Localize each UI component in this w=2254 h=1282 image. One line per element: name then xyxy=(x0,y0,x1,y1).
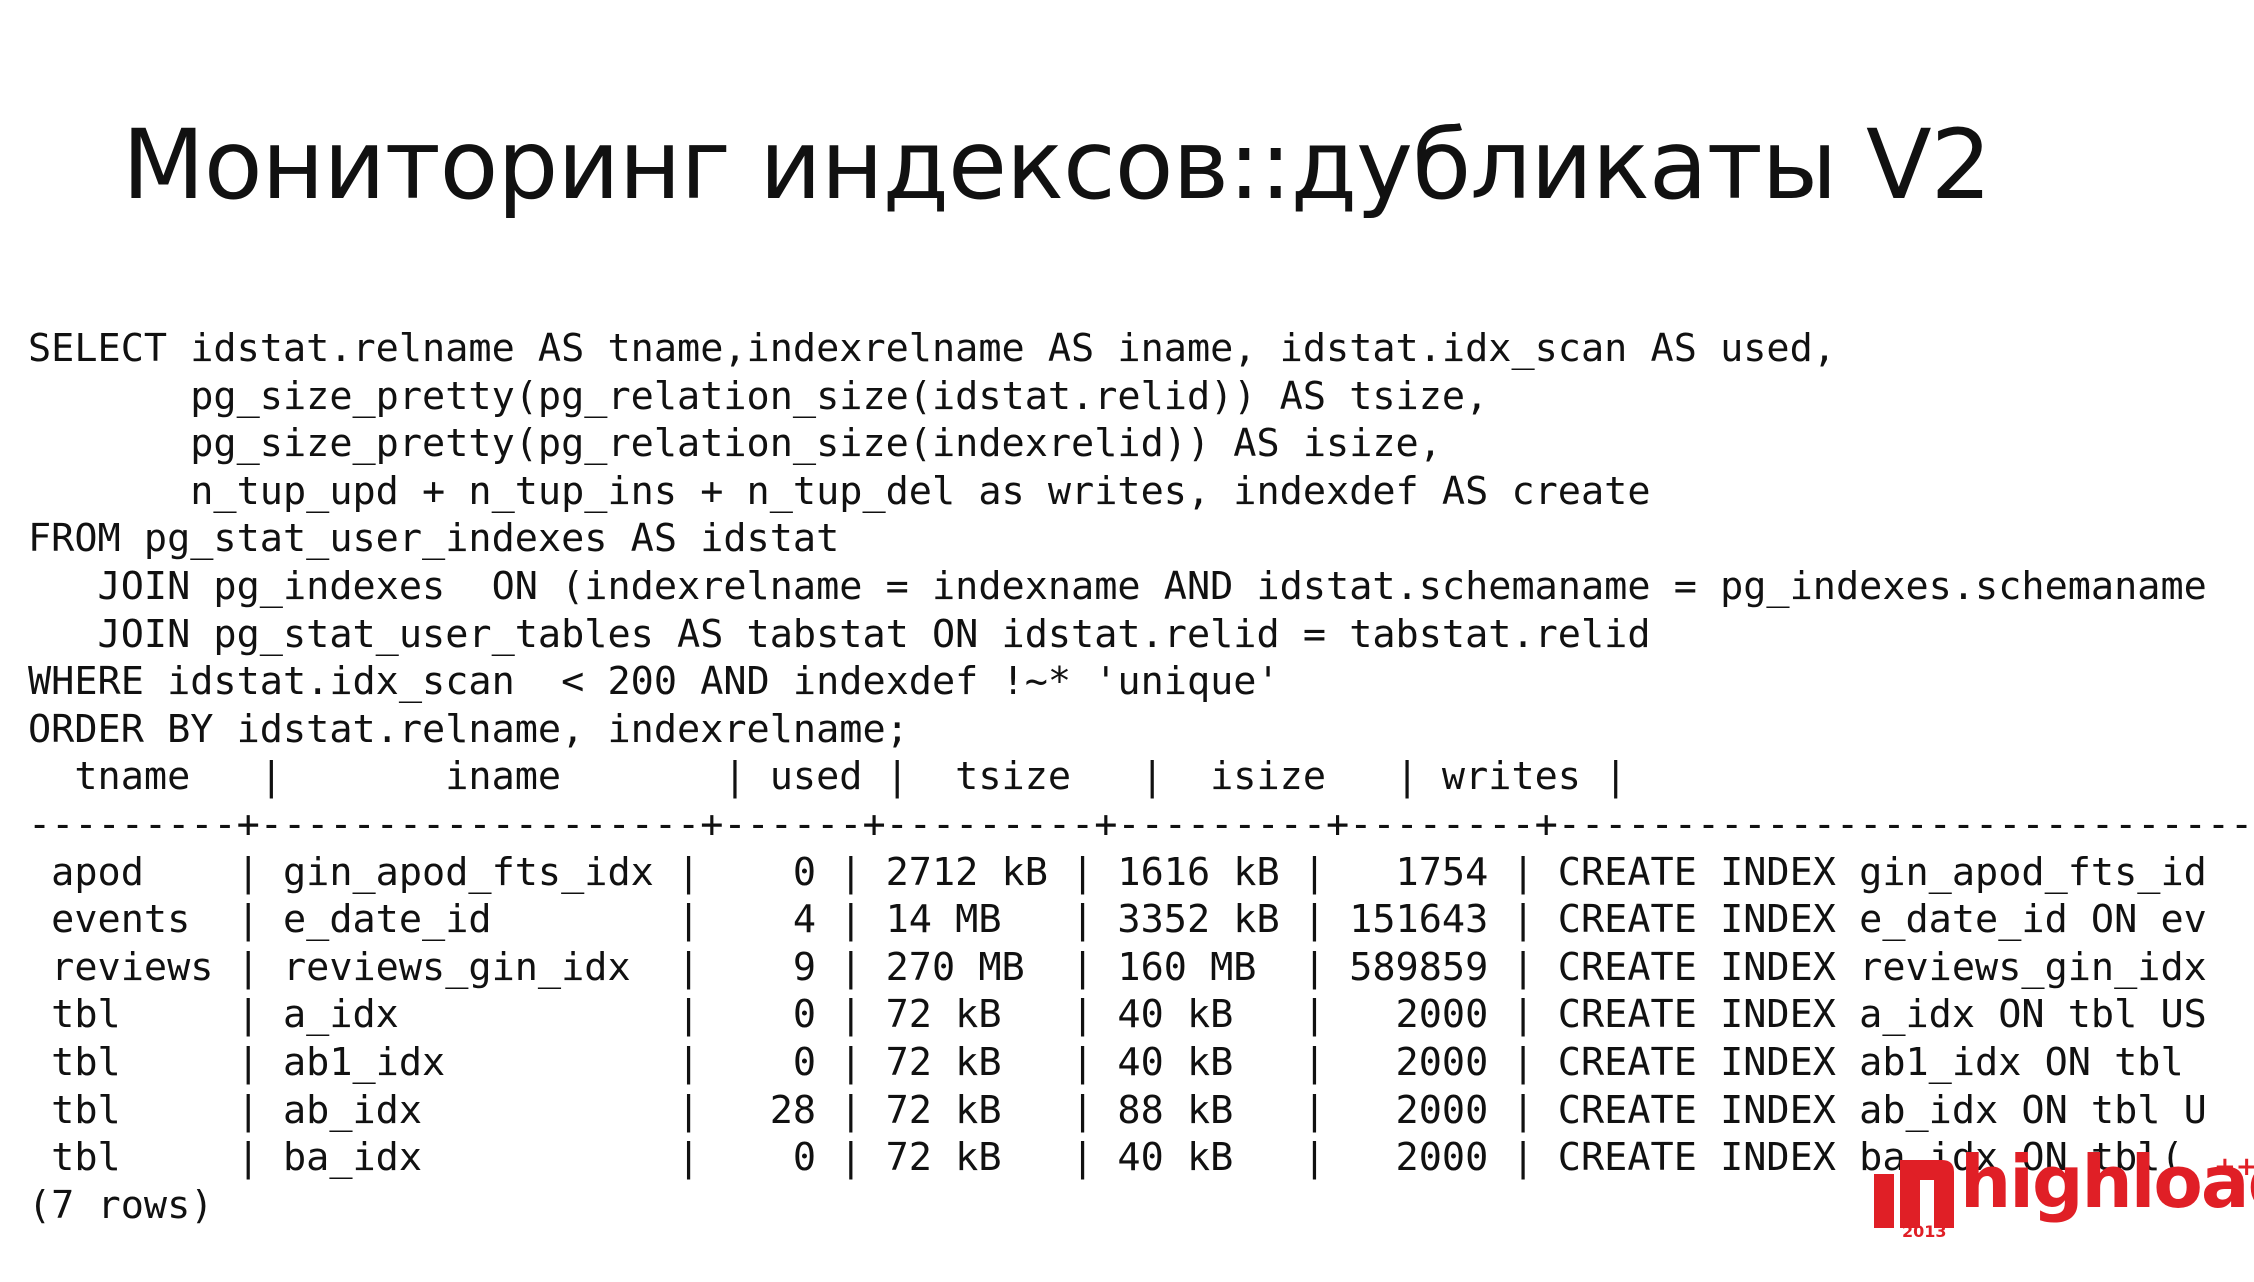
sql-line-join-tables: JOIN pg_stat_user_tables AS tabstat ON i… xyxy=(28,611,1651,657)
sql-line-from: FROM pg_stat_user_indexes AS idstat xyxy=(28,516,840,562)
highload-wordmark: highload xyxy=(1960,1140,2254,1224)
result-table-header: tname | iname | used | tsize | isize | w… xyxy=(28,754,2254,800)
result-table-row: reviews | reviews_gin_idx | 9 | 270 MB |… xyxy=(28,944,2207,990)
sql-line-writes: n_tup_upd + n_tup_ins + n_tup_del as wri… xyxy=(28,468,1651,514)
highload-logo: highload ++ 2013 xyxy=(1872,1146,2254,1241)
sql-line-join-indexes: JOIN pg_indexes ON (indexrelname = index… xyxy=(28,563,2207,609)
sql-line-order-by: ORDER BY idstat.relname, indexrelname; xyxy=(28,706,909,752)
slide-title: Мониторинг индексов::дубликаты V2 xyxy=(122,109,1992,221)
sql-code-block: SELECT idstat.relname AS tname,indexreln… xyxy=(28,325,2254,1229)
highload-year: 2013 xyxy=(1902,1222,1947,1241)
sql-line-select: SELECT idstat.relname AS tname,indexreln… xyxy=(28,326,1836,371)
highload-mark-icon xyxy=(1874,1160,1954,1228)
result-table-row: tbl | ab_idx | 28 | 72 kB | 88 kB | 2000… xyxy=(28,1087,2207,1133)
result-table-row: events | e_date_id | 4 | 14 MB | 3352 kB… xyxy=(28,897,2207,943)
sql-line-where: WHERE idstat.idx_scan < 200 AND indexdef… xyxy=(28,659,1280,705)
result-table-row: tbl | ab1_idx | 0 | 72 kB | 40 kB | 2000… xyxy=(28,1039,2184,1085)
highload-plus-mark: ++ xyxy=(2214,1152,2254,1182)
result-table-separator: ---------+-------------------+------+---… xyxy=(28,801,2254,847)
sql-line-isize: pg_size_pretty(pg_relation_size(indexrel… xyxy=(28,421,1442,467)
result-table-row: apod | gin_apod_fts_idx | 0 | 2712 kB | … xyxy=(28,849,2207,895)
sql-line-tsize: pg_size_pretty(pg_relation_size(idstat.r… xyxy=(28,373,1489,419)
result-table-row: tbl | a_idx | 0 | 72 kB | 40 kB | 2000 |… xyxy=(28,992,2207,1038)
